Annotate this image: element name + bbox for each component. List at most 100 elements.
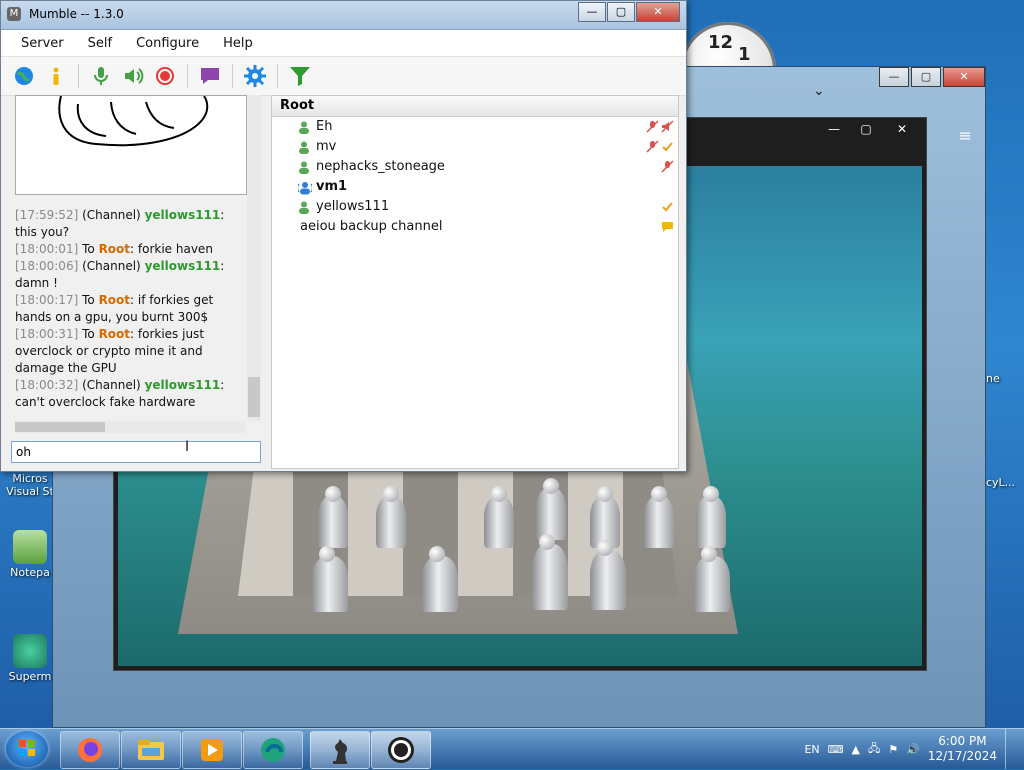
scrollbar-thumb[interactable] <box>248 377 260 417</box>
chess-piece[interactable] <box>318 486 348 548</box>
info-icon[interactable] <box>43 63 69 89</box>
message-prefix: (Channel) <box>82 208 141 222</box>
channel-link[interactable]: Root <box>99 242 130 256</box>
microphone-icon[interactable] <box>88 63 114 89</box>
close-button[interactable]: ✕ <box>943 67 985 87</box>
tree-root-channel[interactable]: Root <box>272 96 678 117</box>
chess-piece[interactable] <box>484 486 514 548</box>
taskbar-mumble[interactable] <box>371 731 431 769</box>
scrollbar-thumb[interactable] <box>15 422 105 432</box>
chess-piece[interactable] <box>696 486 726 548</box>
chess-piece[interactable] <box>532 534 568 610</box>
action-center-flag-icon[interactable]: ⚑ <box>888 743 898 756</box>
tree-user-row[interactable]: vm1 <box>272 177 678 197</box>
system-tray: EN ⌨ ▲ 🖧 ⚑ 🔊 6:00 PM 12/17/2024 <box>804 729 1024 769</box>
menu-help[interactable]: Help <box>211 36 265 51</box>
maximize-button[interactable]: ▢ <box>911 67 941 87</box>
taskbar-firefox[interactable] <box>60 731 120 769</box>
title-bar[interactable]: M Mumble -- 1.3.0 — ▢ ✕ <box>1 1 686 30</box>
show-desktop-button[interactable] <box>1005 729 1016 769</box>
user-name: vm1 <box>316 179 348 194</box>
desktop-icon-label: Micros Visual St <box>6 472 54 498</box>
taskbar-media-player[interactable] <box>182 731 242 769</box>
notepad-icon <box>13 530 47 564</box>
keyboard-icon[interactable]: ⌨ <box>828 743 844 756</box>
windows-logo-icon <box>19 740 35 756</box>
chat-image-preview <box>15 95 247 195</box>
start-button[interactable] <box>6 731 48 767</box>
minimize-button[interactable]: — <box>578 2 606 22</box>
volume-icon[interactable]: 🔊 <box>906 743 920 756</box>
chess-piece[interactable] <box>376 486 406 548</box>
chat-log[interactable]: [17:59:52] (Channel) yellows111: this yo… <box>15 207 243 421</box>
message-text: : forkie haven <box>130 242 213 256</box>
close-button[interactable]: ✕ <box>636 2 680 22</box>
menu-configure[interactable]: Configure <box>124 36 211 51</box>
mumble-window[interactable]: M Mumble -- 1.3.0 — ▢ ✕ Server Self Conf… <box>0 0 687 472</box>
timestamp: [18:00:31] <box>15 327 79 341</box>
message-prefix: To <box>82 242 95 256</box>
menu-self[interactable]: Self <box>76 36 124 51</box>
chess-piece[interactable] <box>536 478 566 540</box>
chess-piece[interactable] <box>590 540 626 610</box>
taskbar-edge[interactable] <box>243 731 303 769</box>
language-indicator[interactable]: EN <box>804 743 819 756</box>
desktop-icon-superm[interactable]: Superm <box>0 634 60 683</box>
desktop-label: ne <box>986 372 1000 385</box>
desktop-icon-visual-studio[interactable]: Micros Visual St <box>0 472 60 498</box>
globe-icon[interactable] <box>11 63 37 89</box>
tree-user-row[interactable]: mv <box>272 137 678 157</box>
channel-link[interactable]: Root <box>99 327 130 341</box>
channel-tree[interactable]: Root Eh mv nephacks_stoneage vm1 yellows… <box>271 95 679 469</box>
chevron-up-icon[interactable]: ▲ <box>852 743 860 756</box>
close-button[interactable]: ✕ <box>884 120 920 138</box>
hamburger-menu-icon[interactable]: ≡ <box>959 126 972 145</box>
minimize-button[interactable]: — <box>820 120 848 138</box>
taskbar-file-explorer[interactable] <box>121 731 181 769</box>
mumble-app-icon: M <box>7 7 21 21</box>
file-explorer-icon <box>138 740 164 760</box>
tree-user-row[interactable]: yellows111 <box>272 197 678 217</box>
chess-piece[interactable] <box>694 546 730 612</box>
firefox-icon <box>78 738 102 762</box>
filter-icon[interactable] <box>287 63 313 89</box>
user-name: nephacks_stoneage <box>316 159 445 174</box>
maximize-button[interactable]: ▢ <box>852 120 880 138</box>
message-prefix: To <box>82 327 95 341</box>
comment-icon[interactable] <box>661 220 674 240</box>
message-prefix: (Channel) <box>82 259 141 273</box>
chat-message: [17:59:52] (Channel) yellows111: this yo… <box>15 207 243 241</box>
chat-pane: [17:59:52] (Channel) yellows111: this yo… <box>9 95 263 469</box>
username-link[interactable]: yellows111 <box>145 208 221 222</box>
menu-server[interactable]: Server <box>9 36 76 51</box>
record-icon[interactable] <box>152 63 178 89</box>
tree-channel-row[interactable]: aeiou backup channel <box>272 217 678 237</box>
tree-user-row[interactable]: Eh <box>272 117 678 137</box>
text-cursor-icon: I <box>185 439 190 455</box>
tree-user-row[interactable]: nephacks_stoneage <box>272 157 678 177</box>
media-player-icon <box>201 739 223 761</box>
chess-piece[interactable] <box>312 546 348 612</box>
taskbar-clock[interactable]: 6:00 PM 12/17/2024 <box>928 734 997 764</box>
chat-message-input[interactable] <box>11 441 261 463</box>
username-link[interactable]: yellows111 <box>145 378 221 392</box>
desktop-icon-label: Superm <box>8 670 52 683</box>
comment-icon[interactable] <box>197 63 223 89</box>
taskbar-chess[interactable] <box>310 731 370 769</box>
minimize-button[interactable]: — <box>879 67 909 87</box>
username-link[interactable]: yellows111 <box>145 259 221 273</box>
chess-icon <box>333 739 348 764</box>
chess-piece[interactable] <box>644 486 674 548</box>
channel-link[interactable]: Root <box>99 293 130 307</box>
network-icon[interactable]: 🖧 <box>868 740 880 759</box>
clock-number: 12 <box>708 32 734 53</box>
chat-vertical-scrollbar[interactable] <box>247 95 261 421</box>
chess-piece[interactable] <box>422 546 458 612</box>
chevron-down-icon[interactable]: ⌄ <box>813 83 825 99</box>
maximize-button[interactable]: ▢ <box>607 2 635 22</box>
chat-horizontal-scrollbar[interactable] <box>15 421 245 433</box>
desktop-icon-notepad[interactable]: Notepa <box>0 530 60 579</box>
gear-icon[interactable] <box>242 63 268 89</box>
clock-date: 12/17/2024 <box>927 749 997 763</box>
speaker-icon[interactable] <box>120 63 146 89</box>
